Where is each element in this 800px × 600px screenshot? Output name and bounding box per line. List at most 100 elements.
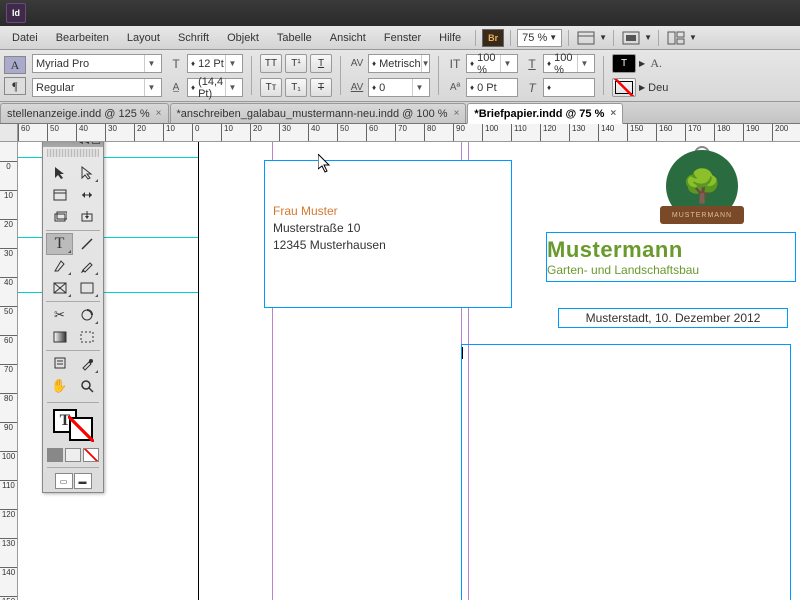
horizontal-ruler[interactable]: 6050403020100102030405060708090100110120…	[18, 124, 800, 142]
content-collector-tool[interactable]	[46, 206, 73, 228]
tracking-icon: AV	[349, 80, 365, 96]
font-size-icon: T	[168, 56, 184, 72]
screen-mode-icon[interactable]	[620, 29, 642, 47]
kerning-icon: A͏V	[349, 56, 365, 72]
tree-icon: 🌳	[682, 167, 722, 205]
menu-schrift[interactable]: Schrift	[170, 29, 217, 47]
brand-frame[interactable]: Mustermann Garten- und Landschaftsbau	[546, 232, 796, 282]
preview-view-button[interactable]: ▬	[74, 473, 92, 489]
zoom-level-field[interactable]: 75 % ▼	[517, 29, 562, 47]
menu-bearbeiten[interactable]: Bearbeiten	[48, 29, 117, 47]
normal-view-button[interactable]: ▭	[55, 473, 73, 489]
content-placer-tool[interactable]	[73, 206, 100, 228]
smallcaps-button[interactable]: Tᴛ	[260, 78, 282, 97]
fill-swatch[interactable]: T	[612, 54, 636, 73]
chevron-down-icon: ▼	[225, 55, 239, 72]
underline-button[interactable]: T	[310, 54, 332, 73]
skew-field[interactable]: ♦	[543, 78, 595, 97]
type-tool[interactable]: T	[46, 233, 73, 255]
menu-layout[interactable]: Layout	[119, 29, 168, 47]
date-frame[interactable]: Musterstadt, 10. Dezember 2012	[558, 308, 788, 328]
menu-hilfe[interactable]: Hilfe	[431, 29, 469, 47]
chevron-down-icon: ▼	[412, 79, 426, 96]
formatting-text-button[interactable]	[65, 448, 81, 462]
apply-none-button[interactable]	[83, 448, 99, 462]
pen-tool[interactable]	[46, 255, 73, 277]
tab-stellenanzeige[interactable]: stellenanzeige.indd @ 125 %×	[0, 103, 169, 123]
canvas[interactable]: Frau Muster Musterstraße 10 12345 Muster…	[18, 142, 800, 600]
chevron-down-icon: ▼	[421, 55, 430, 72]
vscale-icon: IT	[447, 56, 463, 72]
menu-objekt[interactable]: Objekt	[219, 29, 267, 47]
menu-ansicht[interactable]: Ansicht	[322, 29, 374, 47]
rectangle-tool[interactable]	[73, 277, 100, 299]
brand-slogan: Garten- und Landschaftsbau	[547, 263, 795, 277]
app-logo: Id	[6, 3, 26, 23]
subscript-button[interactable]: T₁	[285, 78, 307, 97]
view-options-icon[interactable]	[575, 29, 597, 47]
zoom-tool[interactable]	[73, 375, 100, 397]
stroke-color[interactable]	[69, 417, 93, 441]
baseline-field[interactable]: ♦0 Pt	[466, 78, 518, 97]
font-family-field[interactable]: Myriad Pro▼	[32, 54, 162, 73]
vscale-field[interactable]: ♦100 %▼	[466, 54, 518, 73]
hscale-field[interactable]: ♦100 %▼	[543, 54, 595, 73]
tracking-field[interactable]: ♦0▼	[368, 78, 430, 97]
direct-selection-tool[interactable]	[73, 162, 100, 184]
font-style-field[interactable]: Regular▼	[32, 78, 162, 97]
kerning-field[interactable]: ♦Metrisch▼	[368, 54, 430, 73]
line-tool[interactable]	[73, 233, 100, 255]
free-transform-tool[interactable]	[73, 304, 100, 326]
panel-grip[interactable]	[47, 149, 99, 157]
character-mode-button[interactable]: A	[4, 56, 26, 74]
pencil-tool[interactable]	[73, 255, 100, 277]
tab-briefpapier[interactable]: *Briefpapier.indd @ 75 %×	[467, 103, 623, 124]
close-icon[interactable]	[92, 142, 100, 144]
addr-line-3: 12345 Musterhausen	[273, 237, 503, 254]
address-frame[interactable]: Frau Muster Musterstraße 10 12345 Muster…	[264, 160, 512, 308]
panel-header[interactable]: ◀◀	[43, 142, 103, 147]
superscript-button[interactable]: T¹	[285, 54, 307, 73]
tools-panel[interactable]: ◀◀ T ✂	[42, 142, 104, 493]
scissors-tool[interactable]: ✂	[46, 304, 73, 326]
close-icon[interactable]: ×	[454, 108, 460, 119]
paragraph-mode-button[interactable]: ¶	[4, 77, 26, 95]
menu-tabelle[interactable]: Tabelle	[269, 29, 320, 47]
rectangle-frame-tool[interactable]	[46, 277, 73, 299]
gradient-feather-tool[interactable]	[73, 326, 100, 348]
gradient-swatch-tool[interactable]	[46, 326, 73, 348]
tab-anschreiben[interactable]: *anschreiben_galabau_mustermann-neu.indd…	[170, 103, 467, 123]
allcaps-button[interactable]: TT	[260, 54, 282, 73]
addr-line-2: Musterstraße 10	[273, 220, 503, 237]
close-icon[interactable]: ×	[610, 108, 616, 119]
page-edge	[198, 142, 199, 600]
strikethrough-button[interactable]: T	[310, 78, 332, 97]
leading-field[interactable]: ♦(14,4 Pt)▼	[187, 78, 243, 97]
eyedropper-tool[interactable]	[73, 353, 100, 375]
gap-tool[interactable]	[73, 184, 100, 206]
collapse-icon[interactable]: ◀◀	[77, 142, 89, 145]
chevron-down-icon: ▼	[577, 55, 591, 72]
note-tool[interactable]	[46, 353, 73, 375]
font-size-field[interactable]: ♦12 Pt▼	[187, 54, 243, 73]
selection-tool[interactable]	[46, 162, 73, 184]
ruler-origin[interactable]	[0, 124, 18, 142]
menu-datei[interactable]: Datei	[4, 29, 46, 47]
bridge-button[interactable]: Br	[482, 29, 504, 47]
chevron-down-icon: ▼	[500, 55, 514, 72]
title-bar: Id	[0, 0, 800, 26]
hand-tool[interactable]: ✋	[46, 375, 73, 397]
menu-fenster[interactable]: Fenster	[376, 29, 429, 47]
formatting-container-button[interactable]	[47, 448, 63, 462]
close-icon[interactable]: ×	[156, 108, 162, 119]
zoom-value: 75 %	[522, 32, 547, 44]
fill-stroke-swatch[interactable]: T	[43, 405, 103, 445]
stroke-swatch[interactable]	[612, 78, 636, 97]
vertical-ruler[interactable]: 500102030405060708090100110120130140150	[0, 142, 18, 600]
baseline-icon: Aª	[447, 80, 463, 96]
menu-bar: Datei Bearbeiten Layout Schrift Objekt T…	[0, 26, 800, 50]
arrange-docs-icon[interactable]	[665, 29, 687, 47]
document-tabs: stellenanzeige.indd @ 125 %× *anschreibe…	[0, 102, 800, 124]
body-text-frame[interactable]	[461, 344, 791, 600]
page-tool[interactable]	[46, 184, 73, 206]
